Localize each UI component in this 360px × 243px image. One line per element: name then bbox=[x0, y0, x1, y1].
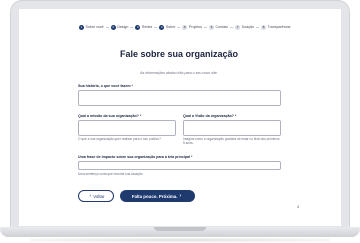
step-7[interactable]: 7 Doação bbox=[235, 24, 255, 30]
step-8-number: 8 bbox=[261, 24, 267, 30]
step-connector bbox=[130, 26, 134, 28]
step-connector bbox=[154, 26, 158, 28]
step-4-label: Sobre bbox=[165, 25, 176, 29]
mission-textarea[interactable] bbox=[78, 120, 176, 136]
step-5-label: Projetos bbox=[188, 25, 203, 29]
mission-hint: O que a sua organização quer realizar pa… bbox=[78, 137, 161, 141]
back-button-label: Voltar bbox=[93, 193, 105, 199]
next-button-label: Falta pouco. Próxima. bbox=[131, 193, 178, 199]
step-8-label: Transparência bbox=[267, 25, 291, 29]
step-7-number: 7 bbox=[235, 24, 241, 30]
next-button[interactable]: Falta pouco. Próxima. › bbox=[120, 190, 195, 202]
back-button[interactable]: ‹ Voltar bbox=[78, 190, 114, 202]
step-6[interactable]: 6 Contato bbox=[209, 24, 229, 30]
step-1-label: Sobre você bbox=[85, 25, 104, 29]
impact-input[interactable] bbox=[78, 161, 281, 170]
progress-stepper: 1 Sobre você 2 Design 3 Redes 4 Sobre 5 … bbox=[79, 23, 319, 31]
page-number: 4 bbox=[297, 205, 299, 209]
step-2-label: Design bbox=[117, 25, 129, 29]
arrow-right-icon: › bbox=[179, 193, 182, 199]
impact-label: Uma frase de impacto sobre sua organizaç… bbox=[78, 155, 193, 159]
step-8[interactable]: 8 Transparência bbox=[261, 24, 291, 30]
page-subtitle: As informações abaixo irão para o seu no… bbox=[140, 71, 218, 75]
step-5[interactable]: 5 Projetos bbox=[182, 24, 203, 30]
laptop-notch bbox=[154, 227, 206, 231]
step-5-number: 5 bbox=[182, 24, 188, 30]
step-connector bbox=[230, 26, 234, 28]
step-1-number: 1 bbox=[79, 24, 84, 30]
step-connector bbox=[105, 26, 109, 28]
step-3-label: Redes bbox=[141, 25, 153, 29]
step-2-number: 2 bbox=[110, 24, 116, 30]
step-1[interactable]: 1 Sobre você bbox=[79, 24, 104, 30]
vision-label: Qual a Visão da organização? * bbox=[183, 114, 237, 118]
arrow-left-icon: ‹ bbox=[89, 193, 92, 199]
step-7-label: Doação bbox=[241, 25, 255, 29]
step-3-number: 3 bbox=[135, 24, 141, 30]
step-6-label: Contato bbox=[215, 25, 229, 29]
laptop-shadow bbox=[30, 238, 330, 242]
history-textarea[interactable] bbox=[78, 90, 281, 106]
step-4-number: 4 bbox=[159, 24, 165, 30]
step-4[interactable]: 4 Sobre bbox=[159, 24, 176, 30]
step-connector bbox=[204, 26, 208, 28]
step-2[interactable]: 2 Design bbox=[110, 24, 129, 30]
step-6-number: 6 bbox=[209, 24, 215, 30]
mission-label: Qual a missão da sua organização? * bbox=[78, 114, 142, 118]
page-title: Fale sobre sua organização bbox=[119, 49, 239, 59]
step-3[interactable]: 3 Redes bbox=[135, 24, 153, 30]
step-connector bbox=[177, 26, 181, 28]
vision-textarea[interactable] bbox=[183, 120, 281, 136]
laptop-screen: 1 Sobre você 2 Design 3 Redes 4 Sobre 5 … bbox=[19, 9, 341, 226]
vision-hint: Imagine como a organização gostaria de e… bbox=[183, 137, 280, 145]
history-label: Sua história, o que você fazem * bbox=[78, 84, 133, 88]
impact-hint: Uma sentença curta que resume sua atuaçã… bbox=[78, 172, 144, 176]
step-connector bbox=[256, 26, 260, 28]
